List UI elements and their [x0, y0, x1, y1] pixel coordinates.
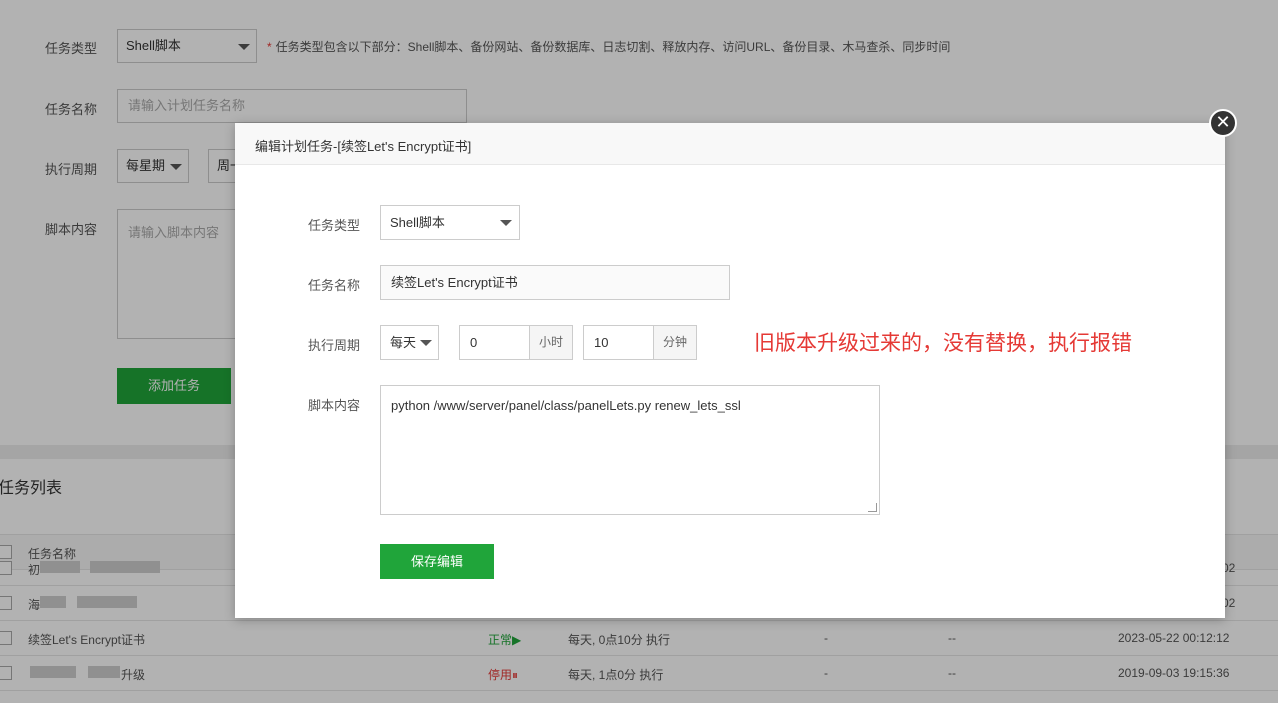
close-icon[interactable]: ✕ [1209, 109, 1237, 137]
modal-task-type-label: 任务类型 [308, 218, 361, 233]
minute-input[interactable]: 10 [583, 325, 654, 360]
modal-period-label: 执行周期 [308, 338, 361, 353]
modal-period-value: 每天 [390, 335, 417, 350]
modal-task-type-select[interactable]: Shell脚本 [380, 205, 520, 240]
annotation-text: 旧版本升级过来的，没有替换，执行报错 [754, 332, 1132, 355]
chevron-down-icon [500, 220, 512, 226]
hour-value: 0 [470, 335, 478, 350]
minute-unit-addon: 分钟 [653, 325, 697, 360]
modal-period-select[interactable]: 每天 [380, 325, 439, 360]
modal-task-type-value: Shell脚本 [390, 215, 445, 230]
hour-unit-addon: 小时 [529, 325, 573, 360]
resize-handle-icon[interactable] [868, 503, 877, 512]
modal-script-textarea[interactable]: python /www/server/panel/class/panelLets… [380, 385, 880, 515]
minute-value: 10 [594, 335, 609, 350]
modal-title: 编辑计划任务-[续签Let's Encrypt证书] [255, 139, 472, 154]
chevron-down-icon [420, 340, 432, 346]
modal-task-name-label: 任务名称 [308, 278, 361, 293]
script-value: python /www/server/panel/class/panelLets… [391, 398, 741, 413]
modal-task-name-value: 续签Let's Encrypt证书 [391, 275, 518, 290]
edit-task-modal: 编辑计划任务-[续签Let's Encrypt证书] 任务类型 Shell脚本 … [235, 123, 1225, 618]
save-edit-button[interactable]: 保存编辑 [380, 544, 494, 579]
hour-input[interactable]: 0 [459, 325, 530, 360]
modal-header: 编辑计划任务-[续签Let's Encrypt证书] [235, 123, 1225, 165]
modal-script-label: 脚本内容 [308, 398, 361, 413]
modal-task-name-input[interactable]: 续签Let's Encrypt证书 [380, 265, 730, 300]
